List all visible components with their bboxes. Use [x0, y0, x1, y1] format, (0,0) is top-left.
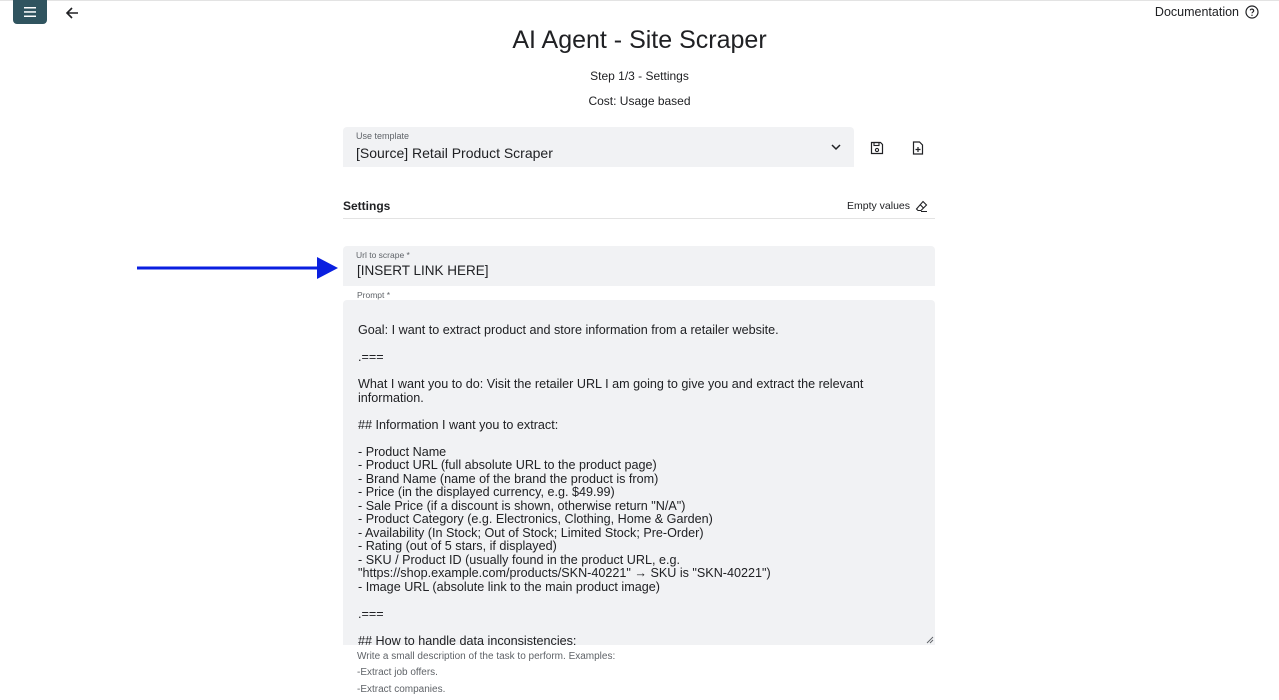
- back-button[interactable]: [62, 3, 82, 23]
- template-label: Use template: [356, 131, 410, 141]
- resize-handle-icon[interactable]: [926, 636, 934, 644]
- prompt-help-example: -Extract job offers.: [357, 667, 438, 678]
- url-field-value: [INSERT LINK HERE]: [357, 263, 489, 278]
- save-icon: [870, 141, 884, 155]
- top-divider: [0, 0, 1279, 1]
- hamburger-menu-icon: [24, 7, 36, 17]
- url-to-scrape-field[interactable]: Url to scrape * [INSERT LINK HERE]: [343, 246, 935, 286]
- page-title: AI Agent - Site Scraper: [512, 26, 767, 54]
- template-value: [Source] Retail Product Scraper: [356, 145, 553, 161]
- settings-divider: [343, 218, 935, 219]
- save-template-button[interactable]: [866, 137, 888, 159]
- chevron-down-icon: [831, 144, 841, 151]
- settings-heading: Settings: [343, 199, 391, 213]
- help-circle-icon: [1245, 5, 1259, 19]
- url-field-label: Url to scrape *: [356, 250, 410, 260]
- empty-values-button[interactable]: Empty values: [847, 199, 928, 213]
- new-template-button[interactable]: [907, 137, 929, 159]
- template-select[interactable]: Use template [Source] Retail Product Scr…: [343, 127, 854, 167]
- prompt-textarea[interactable]: Goal: I want to extract product and stor…: [343, 300, 935, 645]
- prompt-label: Prompt *: [357, 290, 391, 300]
- prompt-text: Goal: I want to extract product and stor…: [358, 323, 864, 645]
- empty-values-label: Empty values: [847, 200, 911, 212]
- cost-label: Cost: Usage based: [588, 94, 691, 108]
- documentation-label: Documentation: [1154, 5, 1239, 19]
- documentation-link[interactable]: Documentation: [1155, 4, 1259, 20]
- prompt-help-text: Write a small description of the task to…: [357, 651, 616, 662]
- step-indicator: Step 1/3 - Settings: [590, 69, 689, 83]
- arrow-left-icon: [65, 7, 78, 19]
- eraser-icon: [915, 200, 928, 212]
- file-plus-icon: [912, 141, 924, 155]
- menu-button[interactable]: [13, 0, 47, 24]
- annotation-arrow: [137, 257, 338, 279]
- prompt-help-example: -Extract companies.: [357, 684, 446, 695]
